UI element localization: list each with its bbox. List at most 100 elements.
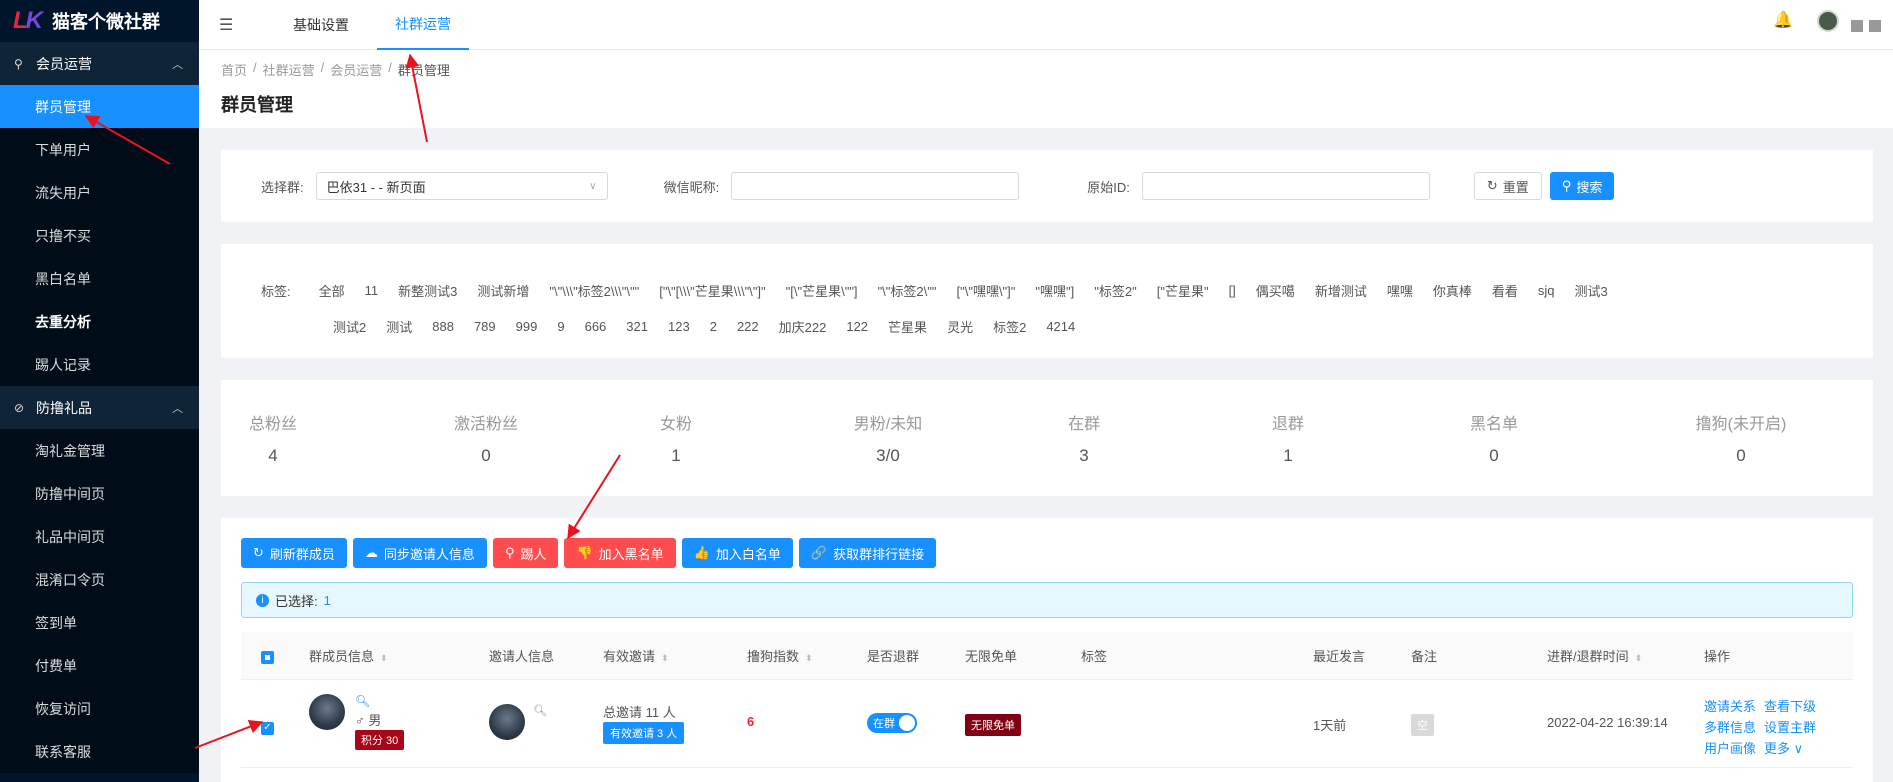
tag-item[interactable]: 标签2 bbox=[993, 317, 1026, 336]
app-logo[interactable]: LK 猫客个微社群 bbox=[0, 0, 199, 42]
sidebar-item-lost-users[interactable]: 流失用户 bbox=[0, 171, 199, 214]
sidebar-item-anti-middle[interactable]: 防撸中间页 bbox=[0, 472, 199, 515]
sort-icon: ⬍ bbox=[805, 653, 813, 663]
tag-item[interactable]: [] bbox=[1229, 283, 1236, 298]
group-select[interactable]: 巴依31 - - 新页面 ∨ bbox=[315, 172, 608, 200]
th-lu-index[interactable]: 撸狗指数 ⬍ bbox=[747, 646, 813, 665]
tag-item[interactable]: 加庆222 bbox=[779, 317, 827, 336]
nickname-input[interactable] bbox=[731, 172, 1020, 200]
member-avatar[interactable] bbox=[309, 694, 345, 730]
sidebar-item-signin[interactable]: 签到单 bbox=[0, 601, 199, 644]
breadcrumb-item[interactable]: 会员运营 bbox=[330, 60, 382, 79]
tag-item[interactable]: 888 bbox=[432, 319, 454, 334]
th-member[interactable]: 群成员信息 ⬍ bbox=[309, 646, 388, 665]
free-order-badge[interactable]: 无限免单 bbox=[965, 714, 1021, 736]
row-checkbox[interactable] bbox=[261, 718, 274, 735]
user-avatar[interactable] bbox=[1817, 10, 1839, 32]
tag-item[interactable]: 全部 bbox=[319, 281, 345, 300]
tag-item[interactable]: 看看 bbox=[1492, 281, 1518, 300]
tag-item[interactable]: ["芒星果" bbox=[1157, 281, 1209, 300]
tag-item[interactable]: 789 bbox=[474, 319, 496, 334]
tag-item[interactable]: 9 bbox=[557, 319, 564, 334]
tag-item[interactable]: "[\"芒星果\""] bbox=[786, 281, 858, 300]
breadcrumb-item[interactable]: 社群运营 bbox=[263, 60, 315, 79]
button-label: 踢人 bbox=[520, 546, 547, 562]
sidebar-item-order-users[interactable]: 下单用户 bbox=[0, 128, 199, 171]
sidebar-item-kick-log[interactable]: 踢人记录 bbox=[0, 343, 199, 386]
tag-item[interactable]: ["\"嘿嘿\"]" bbox=[956, 281, 1015, 300]
sidebar-item-dedupe[interactable]: 去重分析 bbox=[0, 300, 199, 343]
set-main-group-link[interactable]: 设置主群 bbox=[1764, 717, 1816, 736]
tag-item[interactable]: 测试新增 bbox=[477, 281, 529, 300]
tag-item[interactable]: 123 bbox=[668, 319, 690, 334]
tag-item[interactable]: "\"\\\"标签2\\\"\"" bbox=[549, 281, 639, 300]
sidebar-item-contact[interactable]: 联系客服 bbox=[0, 730, 199, 773]
tag-item[interactable]: 2 bbox=[710, 319, 717, 334]
breadcrumb: 首页 / 社群运营 / 会员运营 / 群员管理 bbox=[221, 60, 1871, 79]
menu-fold-icon[interactable]: ☰ bbox=[219, 15, 239, 35]
tag-item[interactable]: 灵光 bbox=[947, 317, 973, 336]
sidebar-item-member-manage[interactable]: 群员管理 bbox=[0, 85, 199, 128]
tag-item[interactable]: 222 bbox=[737, 319, 759, 334]
kick-button[interactable]: ⚲ 踢人 bbox=[492, 538, 559, 568]
tag-item[interactable]: 测试3 bbox=[1575, 281, 1608, 300]
tag-item[interactable]: 666 bbox=[585, 319, 607, 334]
th-valid-invite[interactable]: 有效邀请 ⬍ bbox=[603, 646, 669, 665]
refresh-members-button[interactable]: ↻ 刷新群成员 bbox=[241, 538, 347, 568]
sidebar-item-taolijin[interactable]: 淘礼金管理 bbox=[0, 429, 199, 472]
breadcrumb-sep: / bbox=[253, 60, 257, 75]
breadcrumb-item[interactable]: 首页 bbox=[221, 60, 247, 79]
tag-item[interactable]: sjq bbox=[1538, 283, 1555, 298]
chevron-down-icon: ∨ bbox=[589, 180, 597, 192]
sync-inviter-button[interactable]: ☁ 同步邀请人信息 bbox=[352, 538, 487, 568]
tag-item[interactable]: ["\"[\\\"芒星果\\\"\"]" bbox=[659, 281, 765, 300]
tag-item[interactable]: 321 bbox=[626, 319, 648, 334]
tag-item[interactable]: 122 bbox=[846, 319, 868, 334]
multi-group-info-link[interactable]: 多群信息 bbox=[1704, 717, 1756, 736]
add-blacklist-button[interactable]: 👎 加入黑名单 bbox=[564, 538, 676, 568]
menu-group-member-ops[interactable]: ⚲ 会员运营 ︿ bbox=[0, 42, 199, 85]
tag-item[interactable]: 你真棒 bbox=[1433, 281, 1472, 300]
tag-item[interactable]: 新整测试3 bbox=[398, 281, 457, 300]
tag-item[interactable]: "嘿嘿"] bbox=[1035, 281, 1074, 300]
more-dropdown[interactable]: 更多 ∨ bbox=[1764, 738, 1816, 757]
select-all-checkbox[interactable] bbox=[261, 648, 274, 664]
bell-icon[interactable]: 🔔 bbox=[1773, 10, 1793, 30]
tag-item[interactable]: 11 bbox=[365, 283, 379, 298]
tag-item[interactable]: "\"标签2\"" bbox=[878, 281, 937, 300]
tag-item[interactable]: 芒星果 bbox=[888, 317, 927, 336]
search-button[interactable]: ⚲ 搜索 bbox=[1549, 172, 1615, 200]
tag-item[interactable]: 测试 bbox=[386, 317, 412, 336]
add-whitelist-button[interactable]: 👍 加入白名单 bbox=[681, 538, 793, 568]
th-time[interactable]: 进群/退群时间 ⬍ bbox=[1547, 646, 1642, 665]
remark-badge[interactable]: 空 bbox=[1411, 714, 1434, 736]
sidebar-item-confuse[interactable]: 混淆口令页 bbox=[0, 558, 199, 601]
tab-basic-settings[interactable]: 基础设置 bbox=[275, 0, 367, 50]
sidebar-item-paid[interactable]: 付费单 bbox=[0, 644, 199, 687]
tag-item[interactable]: 测试2 bbox=[333, 317, 366, 336]
tag-item[interactable]: 新增测试 bbox=[1315, 281, 1367, 300]
sidebar-item-restore[interactable]: 恢复访问 bbox=[0, 687, 199, 730]
tag-item[interactable]: 偶买噶 bbox=[1256, 281, 1295, 300]
tag-item[interactable]: 999 bbox=[516, 319, 538, 334]
reset-button[interactable]: ↻ 重置 bbox=[1473, 172, 1542, 200]
cloud-icon: ☁ bbox=[364, 545, 378, 560]
inviter-avatar[interactable] bbox=[489, 704, 525, 740]
tag-item[interactable]: 4214 bbox=[1046, 319, 1075, 334]
user-portrait-link[interactable]: 用户画像 bbox=[1704, 738, 1756, 757]
sidebar-item-black-white[interactable]: 黑白名单 bbox=[0, 257, 199, 300]
in-group-switch[interactable]: 在群 bbox=[867, 713, 917, 733]
sidebar-item-no-buy[interactable]: 只撸不买 bbox=[0, 214, 199, 257]
tag-item[interactable]: 嘿嘿 bbox=[1387, 281, 1413, 300]
sidebar-item-gift-middle[interactable]: 礼品中间页 bbox=[0, 515, 199, 558]
tab-community-ops[interactable]: 社群运营 bbox=[377, 0, 469, 50]
menu-group-anti-gift[interactable]: ⊘ 防撸礼品 ︿ bbox=[0, 386, 199, 429]
search-icon[interactable]: 🔍︎ bbox=[355, 694, 370, 708]
view-subordinate-link[interactable]: 查看下级 bbox=[1764, 696, 1816, 715]
rawid-input[interactable] bbox=[1141, 172, 1430, 200]
breadcrumb-sep: / bbox=[320, 60, 325, 75]
rank-link-button[interactable]: 🔗 获取群排行链接 bbox=[798, 538, 937, 568]
search-icon[interactable]: 🔍︎ bbox=[533, 704, 547, 717]
tag-item[interactable]: "标签2" bbox=[1094, 281, 1136, 300]
invite-relation-link[interactable]: 邀请关系 bbox=[1704, 696, 1756, 715]
